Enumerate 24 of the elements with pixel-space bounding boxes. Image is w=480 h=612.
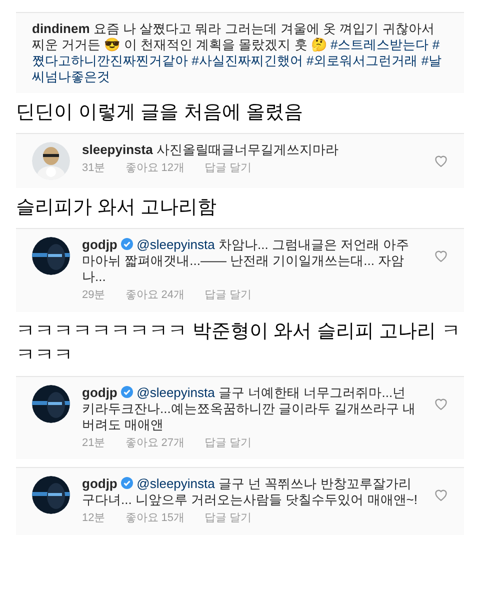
heart-icon[interactable]	[434, 154, 448, 167]
caption-text: 딘딘이 이렇게 글을 처음에 올렸음	[15, 101, 304, 125]
comment-text: godjp @sleepyinsta 글구 넌 꼭쮜쓰나 반창꼬루잘가리구다녀... 니앞으루 거러오는사람들 닷칠수두있어 매애앤~!	[82, 476, 418, 508]
comment-text: godjp @sleepyinsta 글구 너예한태 너무그러쥐마...넌 키라두크잔나...예는쬬옥꿈하니깐 글이라두 길개쓰라구 내버려도 매애앤	[82, 384, 417, 432]
comment-time: 29분	[82, 288, 106, 303]
heart-icon[interactable]	[434, 249, 448, 262]
heart-icon[interactable]	[434, 396, 448, 410]
comment-time: 12분	[82, 511, 106, 526]
heart-icon[interactable]	[434, 488, 448, 501]
like-count: 좋아요 12개	[125, 161, 185, 176]
comment-time: 31분	[82, 161, 106, 176]
caption-text: 슬리피가 와서 고나리함	[15, 196, 218, 220]
like-count: 좋아요 15개	[125, 511, 185, 526]
reply-link[interactable]: 답글 달기	[204, 434, 252, 451]
comment-text: sleepyinsta 사진올릴때글너무길게쓰지마라	[82, 142, 340, 158]
like-count: 좋아요 24개	[125, 288, 185, 303]
reply-link[interactable]: 답글 달기	[204, 160, 252, 176]
reply-link[interactable]: 답글 달기	[204, 510, 252, 526]
caption-text: ㅋㅋㅋㅋㅋㅋㅋㅋㅋ 박준형이 와서 슬리피 고나리 ㅋㅋㅋㅋ	[15, 320, 462, 368]
comment-text: godjp @sleepyinsta 차암나... 그럼내글은 저언래 아주마아뉘 짧펴애갯내...—— 난전래 기이일개쓰는대... 자암나...	[82, 237, 410, 285]
comment-time: 21분	[82, 436, 106, 450]
like-count: 좋아요 27개	[125, 436, 185, 450]
post-caption: dindinem 요즘 나 살쪘다고 뭐라 그러는데 겨울에 옷 껴입기 귀찮아서 찌운 거거든 😎 이 천재적인 계획을 몰랐겠지 훗 🤔 #스트레스받는다 #쪘다고하니깐진짜찐거같아 #사실진짜찌긴했어 #외로워서그런거래 #날씨넘나좋은것	[32, 21, 443, 85]
reply-link[interactable]: 답글 달기	[204, 287, 252, 304]
